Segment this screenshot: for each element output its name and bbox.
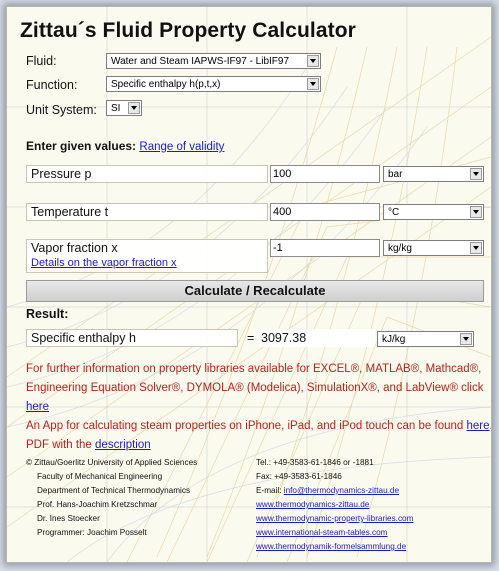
libraries-here-link[interactable]: here <box>26 401 49 413</box>
footer-link-libraries[interactable]: www.thermodynamic-property-libraries.com <box>256 512 413 526</box>
temperature-unit-value: °C <box>388 207 400 218</box>
vapor-fraction-unit-value: kg/kg <box>388 243 412 254</box>
footer-programmer: Programmer: Joachim Posselt <box>37 528 147 537</box>
footer-faculty: Faculty of Mechanical Engineering <box>37 472 163 481</box>
range-of-validity-link[interactable]: Range of validity <box>139 141 224 153</box>
temperature-label: Temperature t <box>26 203 268 221</box>
vapor-fraction-details-link[interactable]: Details on the vapor fraction x <box>31 256 267 270</box>
temperature-unit-select[interactable]: °C <box>383 204 484 220</box>
footer-tel: Tel.: +49-3583-61-1846 or -1881 <box>256 458 374 467</box>
unit-system-select[interactable]: SI <box>106 100 142 116</box>
pdf-info-text: PDF with the <box>26 439 96 451</box>
chevron-down-icon[interactable] <box>128 102 140 114</box>
page-title: Zittau´s Fluid Property Calculator <box>20 19 356 42</box>
result-unit-select[interactable]: kJ/kg <box>377 331 474 347</box>
app-info-period: . <box>490 420 491 432</box>
pressure-unit-value: bar <box>388 169 403 180</box>
footer-email-label: E-mail: <box>256 486 284 495</box>
vapor-fraction-unit-select[interactable]: kg/kg <box>383 240 484 256</box>
fluid-select-value: Water and Steam IAPWS-IF97 - LibIF97 <box>111 56 290 67</box>
vapor-fraction-label: Vapor fraction x <box>31 241 118 255</box>
given-values-heading: Enter given values: Range of validity <box>26 139 224 153</box>
info-line-1: For further information on property libr… <box>26 363 482 375</box>
pressure-unit-select[interactable]: bar <box>383 166 484 182</box>
app-here-link[interactable]: here <box>467 420 490 432</box>
vapor-fraction-row: Vapor fraction x Details on the vapor fr… <box>26 239 268 273</box>
fluid-select[interactable]: Water and Steam IAPWS-IF97 - LibIF97 <box>106 53 321 69</box>
chevron-down-icon[interactable] <box>470 168 482 180</box>
footer-contact: Tel.: +49-3583-61-1846 or -1881 Fax: +49… <box>256 456 413 554</box>
chevron-down-icon[interactable] <box>307 78 319 90</box>
calculator-panel: Zittau´s Fluid Property Calculator Fluid… <box>6 6 492 563</box>
app-info-text: An App for calculating steam properties … <box>26 420 467 432</box>
function-label: Function: <box>26 78 78 92</box>
function-select[interactable]: Specific enthalpy h(p,t,x) <box>106 76 321 92</box>
chevron-down-icon[interactable] <box>470 242 482 254</box>
unit-system-value: SI <box>111 103 121 114</box>
footer-department: Department of Technical Thermodynamics <box>37 486 191 495</box>
footer-professor: Prof. Hans-Joachim Kretzschmar <box>37 500 158 509</box>
footer-email-link[interactable]: info@thermodynamics-zittau.de <box>284 486 399 495</box>
chevron-down-icon[interactable] <box>307 55 319 67</box>
footer-link-zittau[interactable]: www.thermodynamics-zittau.de <box>256 498 413 512</box>
info-text: For further information on property libr… <box>26 360 491 455</box>
function-select-value: Specific enthalpy h(p,t,x) <box>111 79 221 90</box>
unit-system-label: Unit System: <box>26 103 97 117</box>
description-link[interactable]: description <box>95 439 151 451</box>
vapor-fraction-input[interactable]: -1 <box>270 239 380 257</box>
footer-university: © Zittau/Goerlitz University of Applied … <box>26 458 198 467</box>
result-value: 3097.38 <box>259 329 375 347</box>
temperature-input[interactable]: 400 <box>270 203 380 221</box>
footer-credits: © Zittau/Goerlitz University of Applied … <box>26 456 197 540</box>
given-values-label: Enter given values: <box>26 139 137 153</box>
footer-link-steam-tables[interactable]: www.international-steam-tables.com <box>256 526 413 540</box>
calculate-button[interactable]: Calculate / Recalculate <box>26 280 484 302</box>
result-heading: Result: <box>26 307 69 321</box>
pressure-label: Pressure p <box>26 165 268 183</box>
fluid-label: Fluid: <box>26 54 57 68</box>
footer-fax: Fax: +49-3583-61-1846 <box>256 472 342 481</box>
footer-doctor: Dr. Ines Stoecker <box>37 514 100 523</box>
chevron-down-icon[interactable] <box>470 206 482 218</box>
chevron-down-icon[interactable] <box>460 333 472 345</box>
result-label: Specific enthalpy h <box>26 329 238 347</box>
result-equals: = <box>247 331 255 345</box>
info-line-2: Engineering Equation Solver®, DYMOLA® (M… <box>26 382 484 394</box>
result-unit-value: kJ/kg <box>382 334 406 345</box>
pressure-input[interactable]: 100 <box>270 165 380 183</box>
footer-link-formelsammlung[interactable]: www.thermodynamik-formelsammlung.de <box>256 540 413 554</box>
